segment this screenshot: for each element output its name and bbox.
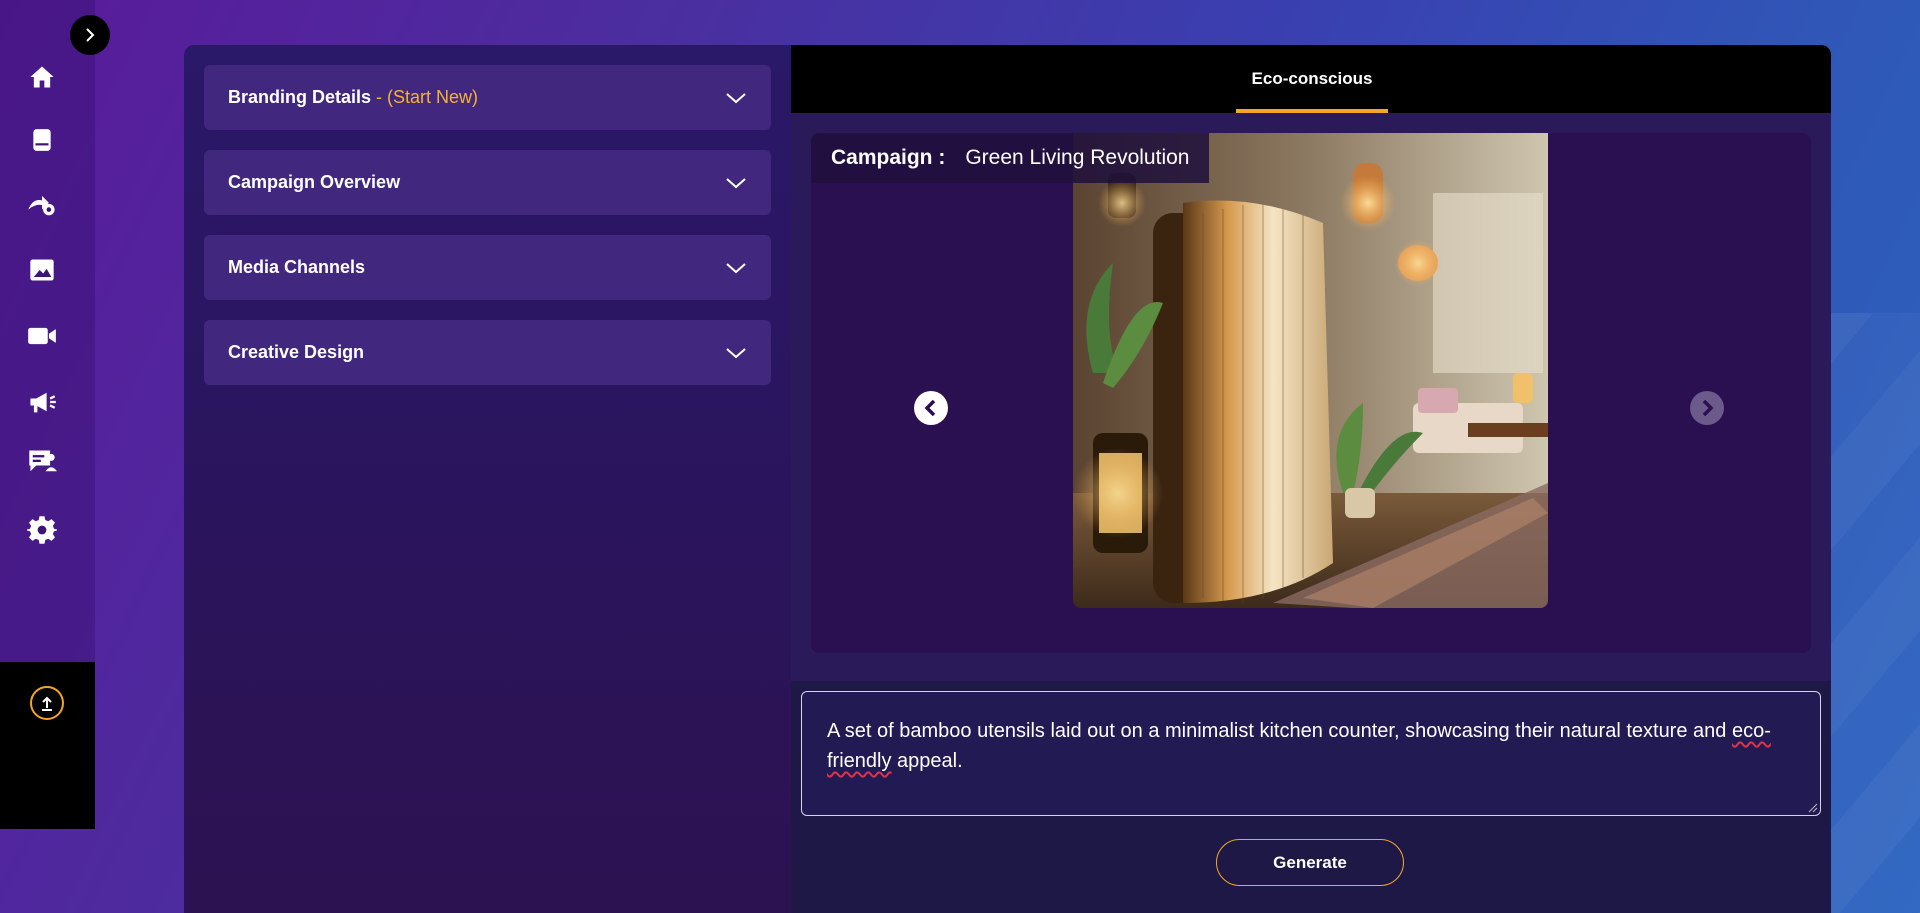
accordion-creative-design[interactable]: Creative Design [204, 320, 771, 385]
prompt-text: A set of bamboo utensils laid out on a m… [827, 720, 1732, 742]
accordion-media-channels[interactable]: Media Channels [204, 235, 771, 300]
campaign-label: Campaign : Green Living Revolution [811, 133, 1210, 183]
chevron-left-icon [924, 399, 936, 417]
settings-column: Branding Details - (Start New) Campaign … [184, 45, 791, 913]
prompt-text-end: appeal. [891, 750, 963, 772]
chat-list-icon[interactable] [26, 446, 58, 478]
generate-button[interactable]: Generate [1216, 839, 1404, 886]
next-image-button[interactable] [1690, 391, 1724, 425]
accordion-title: Media Channels [228, 257, 366, 277]
video-icon[interactable] [26, 320, 58, 352]
sidebar-footer [0, 662, 95, 829]
chevron-down-icon [726, 177, 746, 188]
accordion-branding-details[interactable]: Branding Details - (Start New) [204, 65, 771, 130]
image-icon[interactable] [26, 254, 58, 286]
chevron-right-icon [1702, 399, 1714, 417]
chevron-down-icon [726, 92, 746, 103]
tab-label: Eco-conscious [1251, 69, 1373, 88]
gear-icon[interactable] [26, 514, 58, 546]
chevron-down-icon [726, 347, 746, 358]
previous-image-button[interactable] [914, 391, 948, 425]
chevron-down-icon [726, 262, 746, 273]
accordion-title: Campaign Overview [228, 172, 401, 192]
upload-icon [42, 696, 52, 711]
main-panel: Branding Details - (Start New) Campaign … [184, 45, 1831, 913]
accordion-title: Branding Details - (Start New) [228, 87, 479, 107]
campaign-key: Campaign : [831, 146, 946, 169]
prompt-textarea[interactable]: A set of bamboo utensils laid out on a m… [801, 691, 1821, 816]
resize-grip-icon[interactable] [1806, 801, 1818, 813]
campaign-name: Green Living Revolution [965, 146, 1190, 169]
sidebar [0, 0, 95, 662]
tab-bar: Eco-conscious [791, 45, 1831, 113]
home-icon[interactable] [26, 61, 58, 93]
accordion-campaign-overview[interactable]: Campaign Overview [204, 150, 771, 215]
megaphone-icon[interactable] [26, 386, 58, 418]
accordion-title: Creative Design [228, 342, 365, 362]
generated-image [1073, 133, 1548, 608]
tab-eco-conscious[interactable]: Eco-conscious [1236, 45, 1388, 113]
upload-button[interactable] [30, 686, 64, 720]
chevron-right-icon [86, 28, 95, 42]
gear-arrow-icon[interactable] [26, 189, 58, 221]
image-viewer-area: Campaign : Green Living Revolution [791, 113, 1831, 681]
sidebar-toggle-button[interactable] [70, 15, 110, 55]
preview-column: Eco-conscious Campaign : Green Living Re… [791, 45, 1831, 913]
image-carousel: Campaign : Green Living Revolution [811, 133, 1811, 653]
book-icon[interactable] [26, 124, 58, 156]
